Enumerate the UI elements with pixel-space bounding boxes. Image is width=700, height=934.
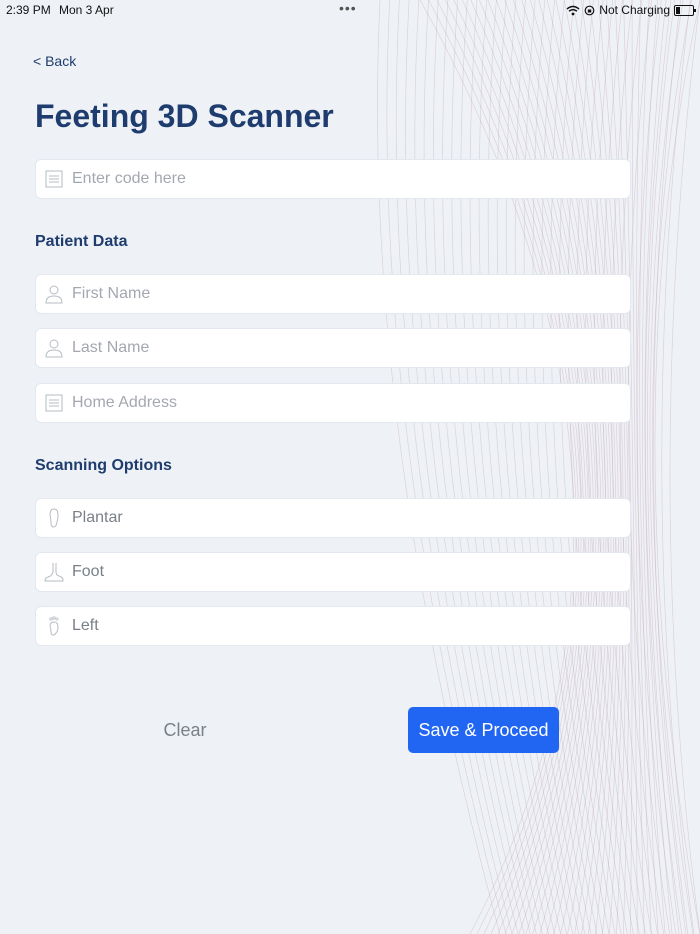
scanning-options-heading: Scanning Options [35,457,172,474]
wifi-icon [566,5,580,15]
footprint-icon [36,606,72,646]
multitasking-dots[interactable]: ••• [339,0,357,16]
orientation-lock-icon [584,5,595,15]
insole-icon [36,498,72,538]
scan-type-select[interactable]: Plantar [35,498,631,538]
scan-type-value: Plantar [72,509,123,526]
list-icon [36,383,72,423]
patient-data-heading: Patient Data [35,233,128,250]
status-right: Not Charging [566,3,696,17]
page-title: Feeting 3D Scanner [35,98,334,134]
battery-icon [674,4,696,16]
foot-side-icon [36,552,72,592]
scan-target-value: Foot [72,563,105,580]
charging-status: Not Charging [599,3,670,17]
status-time: 2:39 PM [6,3,51,17]
list-icon [36,159,72,199]
first-name-field[interactable] [35,274,631,314]
status-date: Mon 3 Apr [59,3,114,17]
save-proceed-button[interactable]: Save & Proceed [408,707,559,753]
foot-side-select[interactable]: Left [35,606,631,646]
code-field[interactable] [35,159,631,199]
clear-button[interactable]: Clear [130,710,240,750]
status-bar: 2:39 PM Mon 3 Apr ••• Not Charging [0,0,700,20]
person-icon [36,274,72,314]
back-link[interactable]: < Back [33,53,76,69]
scan-target-select[interactable]: Foot [35,552,631,592]
first-name-input[interactable] [72,285,612,303]
home-address-input[interactable] [72,394,612,412]
last-name-field[interactable] [35,328,631,368]
foot-side-value: Left [72,617,99,634]
last-name-input[interactable] [72,339,612,357]
code-input[interactable] [72,170,612,188]
home-address-field[interactable] [35,383,631,423]
person-icon [36,328,72,368]
